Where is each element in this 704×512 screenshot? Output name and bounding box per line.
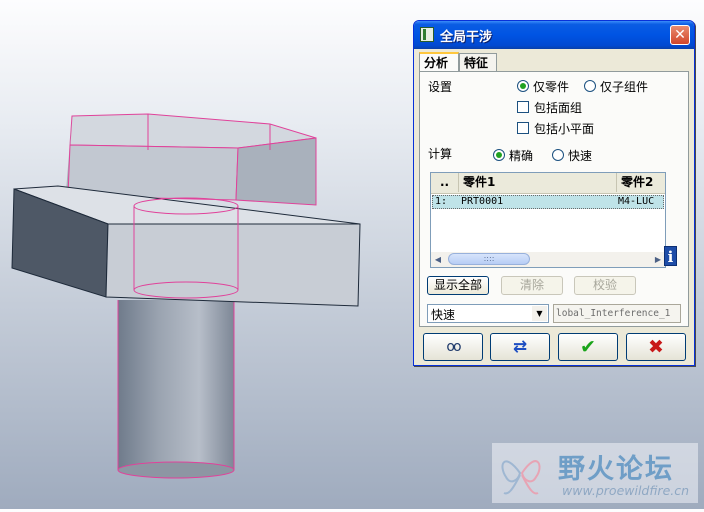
compute-label: 计算 [428,147,453,161]
include-facets-checkbox[interactable] [517,122,529,134]
quick-label[interactable]: 快速 [568,147,592,164]
table-row[interactable]: 1: PRT0001 M4-LUC [432,195,664,209]
watermark-url: www.proewildfire.cn [562,483,690,498]
quick-radio[interactable] [552,149,564,161]
settings-label: 设置 [428,80,453,94]
watermark: 野火论坛 www.proewildfire.cn [492,443,698,503]
dialog-title: 全局干涉 [440,30,493,45]
close-button[interactable]: ✕ [670,25,690,45]
column-part1[interactable]: 零件1 [459,173,617,192]
clear-button[interactable]: 清除 [501,276,563,295]
close-icon: ✕ [674,27,686,43]
verify-button[interactable]: 校验 [574,276,636,295]
analysis-name-field[interactable]: lobal_Interference_1 [553,304,681,323]
analysis-panel: 设置 仅零件 仅子组件 包括面组 包括小平面 计算 精确 快速 .. 零件1 零… [419,71,689,327]
row-index: 1: [435,196,448,207]
repaint-button[interactable]: ⇄ [490,333,550,361]
include-quilts-label[interactable]: 包括面组 [534,99,582,116]
bolt-shank [117,300,235,479]
show-all-button[interactable]: 显示全部 [427,276,489,295]
subassembly-only-radio[interactable] [584,80,596,92]
subassembly-only-label[interactable]: 仅子组件 [600,78,648,95]
row-part2: M4-LUC [618,196,655,207]
parts-only-label[interactable]: 仅零件 [533,78,569,95]
check-icon: ✔ [580,336,596,358]
watermark-title: 野火论坛 [558,454,674,485]
scroll-right-icon[interactable]: ▶ [651,252,665,267]
mode-select-value: 快速 [431,308,456,322]
refresh-icon: ⇄ [512,337,528,357]
tab-feature[interactable]: 特征 [459,53,497,71]
app-icon [420,27,434,42]
exact-radio[interactable] [493,149,505,161]
horizontal-scrollbar[interactable]: ◀ :::: ▶ [431,252,665,267]
column-part2[interactable]: 零件2 [617,173,665,192]
scroll-left-icon[interactable]: ◀ [431,252,445,267]
row-part1: PRT0001 [461,196,504,207]
mode-select[interactable]: 快速 ▼ [427,304,549,323]
glasses-icon: oo [446,339,461,355]
scrollbar-thumb[interactable]: :::: [448,253,530,265]
interference-list[interactable]: .. 零件1 零件2 1: PRT0001 M4-LUC ◀ :::: ▶ [430,172,666,268]
preview-button[interactable]: oo [423,333,483,361]
column-index[interactable]: .. [431,173,459,192]
butterfly-logo-icon [501,460,541,495]
include-quilts-checkbox[interactable] [517,101,529,113]
chevron-down-icon[interactable]: ▼ [532,306,547,321]
exact-label[interactable]: 精确 [509,147,533,164]
tab-analysis[interactable]: 分析 [419,52,459,72]
ok-button[interactable]: ✔ [558,333,618,361]
parts-only-radio[interactable] [517,80,529,92]
include-facets-label[interactable]: 包括小平面 [534,120,594,137]
info-icon[interactable]: i [664,246,677,266]
list-header: .. 零件1 零件2 [431,173,665,194]
cancel-icon: ✖ [648,336,664,358]
cancel-button[interactable]: ✖ [626,333,686,361]
dialog-titlebar[interactable]: 全局干涉 ✕ [414,21,694,49]
global-interference-dialog: 全局干涉 ✕ 特征 分析 设置 仅零件 仅子组件 包括面组 包括小平面 计算 精… [413,20,695,366]
